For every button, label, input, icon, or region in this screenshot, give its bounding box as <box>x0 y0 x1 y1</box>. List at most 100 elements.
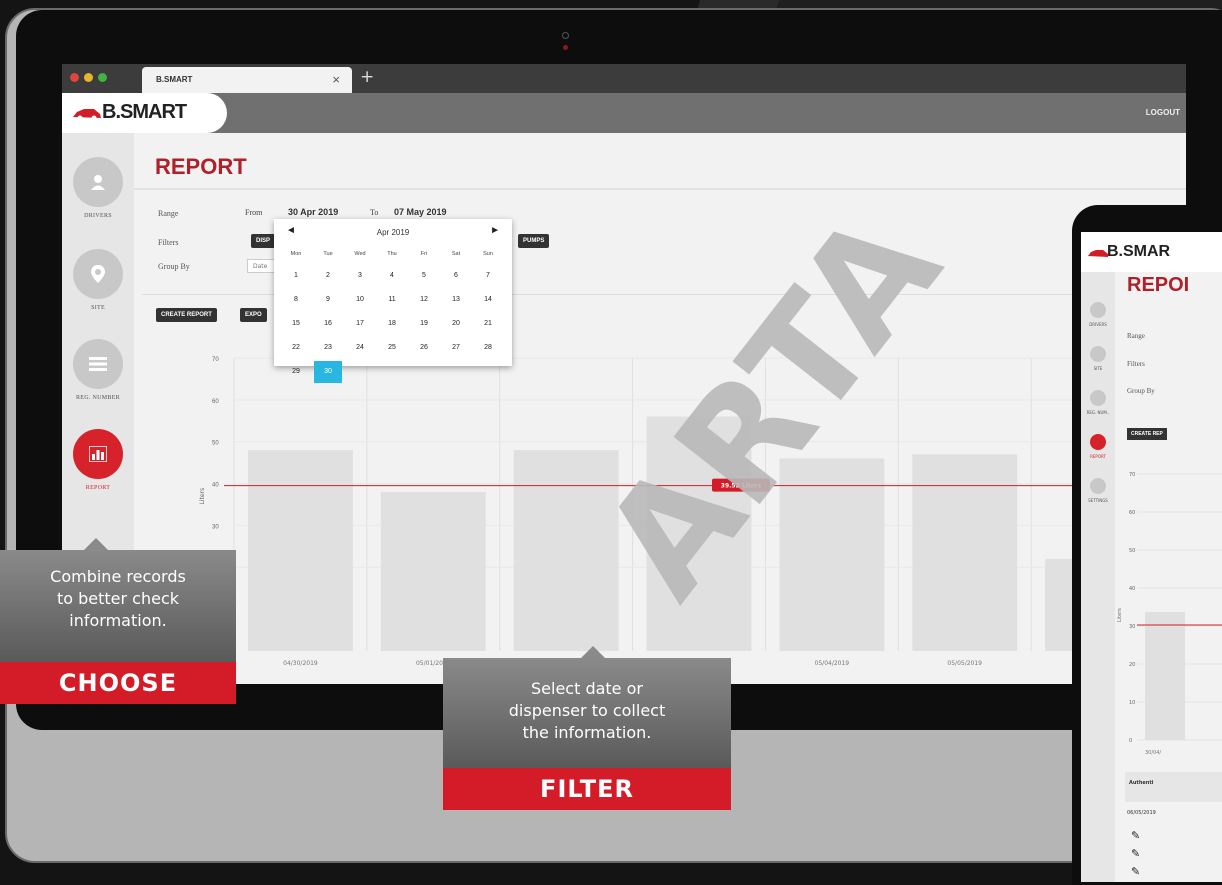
bar[interactable] <box>1145 612 1185 740</box>
weekday-header: Sun <box>483 251 493 257</box>
calendar-day[interactable]: 24 <box>346 337 374 359</box>
bar[interactable] <box>646 416 752 651</box>
export-button[interactable]: EXPO <box>240 308 267 322</box>
camera-light <box>563 45 568 50</box>
calendar-day[interactable]: 14 <box>474 289 502 311</box>
tablet-edit-icons[interactable]: ✎ ✎ ✎ <box>1131 827 1140 881</box>
tablet-sidebar-icon[interactable] <box>1090 478 1106 494</box>
calendar-day[interactable]: 30 <box>314 361 342 383</box>
calendar-day[interactable]: 17 <box>346 313 374 335</box>
calendar-day[interactable]: 4 <box>378 265 406 287</box>
calendar-day[interactable]: 6 <box>442 265 470 287</box>
bar[interactable] <box>248 450 353 651</box>
maximize-window-icon[interactable] <box>98 73 107 82</box>
calendar-day[interactable]: 20 <box>442 313 470 335</box>
calendar-day[interactable]: 25 <box>378 337 406 359</box>
tablet-table-header: Authenti <box>1125 772 1222 802</box>
calendar-day[interactable]: 3 <box>346 265 374 287</box>
from-label: From <box>245 208 263 217</box>
calendar-day[interactable]: 18 <box>378 313 406 335</box>
calendar-day[interactable]: 9 <box>314 289 342 311</box>
tablet-sidebar <box>1081 272 1115 882</box>
tablet-filters-label: Filters <box>1127 360 1145 368</box>
tablet-header: B.SMAR <box>1081 232 1222 272</box>
bar[interactable] <box>779 458 885 651</box>
x-tick-label: 04/30/2019 <box>283 660 318 667</box>
tablet-y-tick: 0 <box>1129 738 1132 744</box>
location-icon <box>73 249 123 299</box>
logo-car-icon <box>1088 250 1108 257</box>
logo[interactable]: B.SMART <box>62 93 227 133</box>
user-icon <box>73 157 123 207</box>
sidebar-item-drivers[interactable]: DRIVERS <box>62 157 134 219</box>
calendar-day[interactable]: 22 <box>282 337 310 359</box>
sidebar-item-label: SITE <box>91 305 105 311</box>
average-label: 39.52 Liters <box>721 483 762 490</box>
tablet-sidebar-icon[interactable] <box>1090 390 1106 406</box>
sidebar-item-label: REPORT <box>85 485 111 491</box>
report-chart: 203040506070Liters04/30/201905/01/201905… <box>199 357 1186 667</box>
sidebar-item-reg-number[interactable]: REG. NUMBER <box>62 339 134 401</box>
next-month-icon[interactable]: ► <box>490 225 500 236</box>
tab-close-icon[interactable]: × <box>332 72 340 87</box>
calendar-day[interactable]: 12 <box>410 289 438 311</box>
sidebar-item-site[interactable]: SITE <box>62 249 134 311</box>
tooltip-line: Combine records <box>50 567 186 586</box>
weekday-header: Mon <box>290 251 302 257</box>
logout-button[interactable]: LOGOUT <box>1146 108 1180 117</box>
close-window-icon[interactable] <box>70 73 79 82</box>
calendar-day[interactable]: 13 <box>442 289 470 311</box>
tablet-sidebar-label: SITE <box>1093 366 1103 371</box>
new-tab-icon[interactable]: + <box>360 67 374 87</box>
tablet-page-title: REPOI <box>1127 274 1190 296</box>
filter-tooltip: Select date or dispenser to collect the … <box>443 658 731 768</box>
calendar-day[interactable]: 19 <box>410 313 438 335</box>
dispenser-filter-button[interactable]: DISP <box>251 234 276 248</box>
logo-car-icon <box>73 109 101 121</box>
tooltip-line: information. <box>69 611 167 630</box>
minimize-window-icon[interactable] <box>84 73 93 82</box>
filters-label: Filters <box>158 238 179 247</box>
list-icon <box>73 339 123 389</box>
calendar-day[interactable]: 1 <box>282 265 310 287</box>
pumps-filter-button[interactable]: PUMPS <box>518 234 550 248</box>
calendar-day[interactable]: 2 <box>314 265 342 287</box>
calendar-day[interactable]: 28 <box>474 337 502 359</box>
calendar-day[interactable]: 5 <box>410 265 438 287</box>
sidebar-item-report[interactable]: REPORT <box>62 429 134 491</box>
weekday-header: Tue <box>323 251 333 257</box>
bar[interactable] <box>380 491 486 651</box>
create-report-button[interactable]: CREATE REPORT <box>156 308 217 322</box>
calendar-day[interactable]: 11 <box>378 289 406 311</box>
calendar-day[interactable]: 7 <box>474 265 502 287</box>
tablet-create-report-button[interactable]: CREATE REP <box>1127 428 1167 440</box>
x-tick-label: 05/05/2019 <box>947 660 982 667</box>
tablet-y-tick: 60 <box>1129 510 1135 516</box>
browser-tab[interactable]: B.SMART × <box>142 67 352 93</box>
calendar-day[interactable]: 27 <box>442 337 470 359</box>
tablet-y-tick: 40 <box>1129 586 1135 592</box>
tablet-y-tick: 20 <box>1129 662 1135 668</box>
calendar-day[interactable]: 29 <box>282 361 310 383</box>
calendar-day[interactable]: 21 <box>474 313 502 335</box>
calendar-day[interactable]: 15 <box>282 313 310 335</box>
calendar-day[interactable]: 8 <box>282 289 310 311</box>
app-header <box>62 93 1186 133</box>
bar[interactable] <box>513 450 619 651</box>
groupby-label: Group By <box>158 262 190 271</box>
calendar-day[interactable]: 26 <box>410 337 438 359</box>
bar[interactable] <box>912 454 1018 651</box>
calendar-header: ◄ Apr 2019 ► <box>274 219 512 245</box>
calendar-day[interactable]: 10 <box>346 289 374 311</box>
choose-tooltip: Combine records to better check informat… <box>0 550 236 662</box>
filter-title: FILTER <box>443 768 731 810</box>
tablet-y-tick: 50 <box>1129 548 1135 554</box>
range-label: Range <box>158 209 179 218</box>
tablet-sidebar-icon[interactable] <box>1090 434 1106 450</box>
tablet-sidebar-icon[interactable] <box>1090 302 1106 318</box>
calendar-day[interactable]: 16 <box>314 313 342 335</box>
y-axis-label: Liters <box>199 488 206 505</box>
tablet-chart: 70 60 50 40 30 20 10 0 Liters 30/04/ <box>1117 472 1222 756</box>
calendar-day[interactable]: 23 <box>314 337 342 359</box>
tablet-sidebar-icon[interactable] <box>1090 346 1106 362</box>
